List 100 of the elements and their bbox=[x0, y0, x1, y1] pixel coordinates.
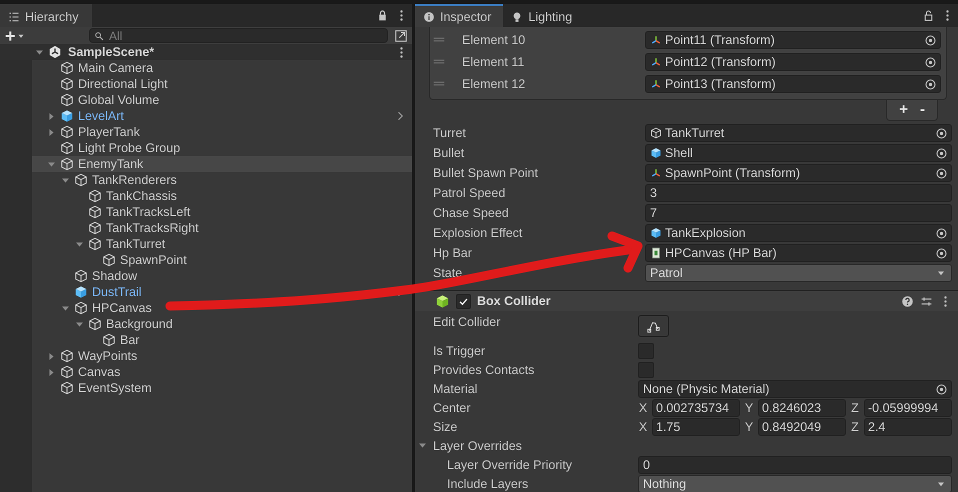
object-field[interactable]: Shell bbox=[645, 144, 952, 162]
field-label: Layer Overrides bbox=[433, 439, 523, 453]
hierarchy-tab[interactable]: Hierarchy bbox=[0, 4, 92, 27]
help-icon[interactable] bbox=[901, 294, 914, 308]
number-field[interactable]: 1.75 bbox=[652, 418, 740, 436]
info-icon bbox=[423, 10, 435, 22]
field-label: Provides Contacts bbox=[433, 363, 536, 377]
hierarchy-item[interactable]: TankChassis bbox=[32, 188, 412, 204]
hierarchy-item[interactable]: Canvas bbox=[32, 364, 412, 380]
field-label: Hp Bar bbox=[433, 246, 473, 260]
scene-name: SampleScene* bbox=[68, 45, 154, 59]
element-label: Element 12 bbox=[462, 77, 526, 91]
checkbox[interactable] bbox=[456, 294, 471, 308]
hierarchy-item[interactable]: TankTracksLeft bbox=[32, 204, 412, 220]
input-field[interactable]: 0 bbox=[638, 456, 952, 474]
object-field[interactable]: Point13 (Transform) bbox=[645, 75, 941, 93]
object-picker-icon[interactable] bbox=[935, 226, 948, 240]
hierarchy-item[interactable]: Light Probe Group bbox=[32, 140, 412, 156]
cube-icon bbox=[650, 227, 662, 239]
axes-icon bbox=[650, 78, 662, 90]
panel-tab[interactable]: Inspector bbox=[415, 4, 504, 27]
scene-row[interactable]: SampleScene* bbox=[0, 44, 412, 60]
hierarchy-item[interactable]: EnemyTank bbox=[32, 156, 412, 172]
object-field[interactable]: Point12 (Transform) bbox=[645, 53, 941, 71]
search-field[interactable]: All bbox=[89, 28, 388, 43]
field-label: Center bbox=[433, 401, 472, 415]
field-label: State bbox=[433, 266, 464, 280]
field-label: Bullet Spawn Point bbox=[433, 166, 539, 180]
hierarchy-item[interactable]: TankRenderers bbox=[32, 172, 412, 188]
field-label: Edit Collider bbox=[433, 315, 502, 329]
field-label: Size bbox=[433, 420, 458, 434]
object-field[interactable]: SpawnPoint (Transform) bbox=[645, 164, 952, 182]
number-field[interactable]: 2.4 bbox=[864, 418, 952, 436]
hierarchy-item[interactable]: TankTracksRight bbox=[32, 220, 412, 236]
hierarchy-item[interactable]: PlayerTank bbox=[32, 124, 412, 140]
component-header[interactable]: Box Collider bbox=[415, 290, 958, 311]
element-label: Element 10 bbox=[462, 33, 526, 47]
hierarchy-item[interactable]: Directional Light bbox=[32, 76, 412, 92]
object-picker-icon[interactable] bbox=[935, 382, 948, 396]
dropdown[interactable]: Nothing bbox=[638, 475, 952, 492]
hierarchy-item[interactable]: TankTurret bbox=[32, 236, 412, 252]
object-picker-icon[interactable] bbox=[935, 246, 948, 260]
object-picker-icon[interactable] bbox=[935, 126, 948, 140]
object-picker-icon[interactable] bbox=[924, 78, 937, 90]
object-picker-icon[interactable] bbox=[935, 166, 948, 180]
axis-label: Y bbox=[744, 401, 754, 415]
number-field[interactable]: 0.002735734 bbox=[652, 399, 740, 417]
hierarchy-item[interactable]: Shadow bbox=[32, 268, 412, 284]
field-label: Chase Speed bbox=[433, 206, 510, 220]
axes-icon bbox=[650, 56, 662, 68]
object-picker-icon[interactable] bbox=[924, 34, 937, 46]
cube-icon bbox=[650, 127, 662, 139]
hierarchy-item[interactable]: EventSystem bbox=[32, 380, 412, 396]
object-field[interactable]: TankTurret bbox=[645, 124, 952, 142]
hierarchy-item[interactable]: Bar bbox=[32, 332, 412, 348]
list-edit-button[interactable]: + bbox=[897, 102, 910, 118]
object-field[interactable]: Point11 (Transform) bbox=[645, 31, 941, 49]
add-button[interactable]: + bbox=[5, 28, 33, 44]
field-label: Layer Override Priority bbox=[447, 458, 574, 472]
number-field[interactable]: -0.05999994 bbox=[864, 399, 952, 417]
list-icon bbox=[8, 10, 20, 22]
object-field[interactable]: TankExplosion bbox=[645, 224, 952, 242]
list-edit-button[interactable]: - bbox=[918, 102, 927, 118]
hierarchy-item[interactable]: Main Camera bbox=[32, 60, 412, 76]
hierarchy-item[interactable]: HPCanvas bbox=[32, 300, 412, 316]
axis-label: X bbox=[638, 401, 648, 415]
edit-collider-button[interactable] bbox=[638, 315, 669, 337]
input-field[interactable]: 3 bbox=[645, 184, 952, 202]
number-field[interactable]: 0.8492049 bbox=[758, 418, 846, 436]
hierarchy-item[interactable]: DustTrail bbox=[32, 284, 412, 300]
dropdown[interactable]: Patrol bbox=[645, 264, 952, 282]
object-field[interactable]: None (Physic Material) bbox=[638, 380, 952, 398]
panel-tab[interactable]: Lighting bbox=[503, 4, 584, 27]
axis-label: Z bbox=[850, 420, 860, 434]
axis-label: X bbox=[638, 420, 648, 434]
document-icon bbox=[650, 247, 662, 259]
lock-icon[interactable] bbox=[922, 9, 935, 22]
hierarchy-item[interactable]: WayPoints bbox=[32, 348, 412, 364]
object-field[interactable]: HPCanvas (HP Bar) bbox=[645, 244, 952, 262]
object-picker-icon[interactable] bbox=[935, 146, 948, 160]
cube-icon bbox=[650, 147, 662, 159]
hierarchy-item[interactable]: LevelArt bbox=[32, 108, 412, 124]
axis-label: Z bbox=[850, 401, 860, 415]
box-collider-icon bbox=[435, 294, 450, 308]
search-icon bbox=[94, 31, 105, 42]
scene-icon bbox=[48, 45, 62, 59]
search-options-icon[interactable] bbox=[394, 28, 408, 42]
axis-label: Y bbox=[744, 420, 754, 434]
object-picker-icon[interactable] bbox=[924, 56, 937, 68]
hierarchy-item[interactable]: Global Volume bbox=[32, 92, 412, 108]
axes-icon bbox=[650, 167, 662, 179]
input-field[interactable]: 7 bbox=[645, 204, 952, 222]
hierarchy-item[interactable]: SpawnPoint bbox=[32, 252, 412, 268]
field-label: Material bbox=[433, 382, 478, 396]
bulb-icon bbox=[511, 10, 524, 22]
hierarchy-item[interactable]: Background bbox=[32, 316, 412, 332]
field-label: Is Trigger bbox=[433, 344, 486, 358]
sliders-icon[interactable] bbox=[920, 294, 933, 308]
number-field[interactable]: 0.8246023 bbox=[758, 399, 846, 417]
axes-icon bbox=[650, 34, 662, 46]
